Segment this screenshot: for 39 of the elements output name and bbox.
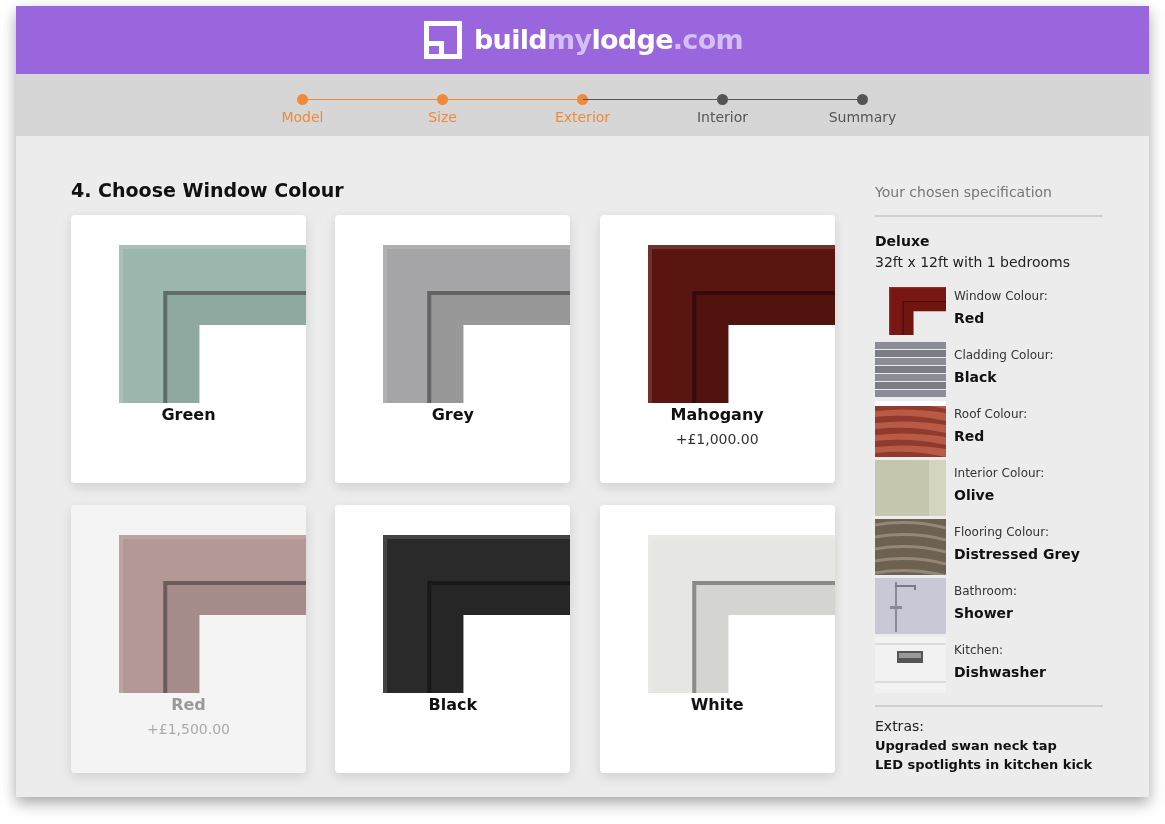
spec-value: Red	[954, 309, 986, 328]
spec-label: Roof Colour:	[954, 406, 1028, 423]
section-heading: 4. Choose Window Colour	[71, 178, 345, 203]
option-name: Black	[427, 693, 479, 716]
spec-label: Cladding Colour:	[954, 347, 1054, 364]
option-name: White	[689, 693, 745, 716]
colour-option-card[interactable]: Green	[71, 214, 306, 483]
spec-label: Window Colour:	[954, 288, 1048, 305]
option-name: Mahogany	[669, 403, 765, 426]
window-frame-drawing	[889, 287, 946, 335]
option-price: +£1,000.00	[674, 429, 760, 449]
spec-label: Bathroom:	[954, 583, 1017, 600]
colour-option-card[interactable]: Mahogany +£1,000.00	[599, 214, 835, 483]
extra-item: Upgraded swan neck tap	[875, 737, 1058, 755]
logo-icon	[421, 19, 464, 61]
spec-value: Olive	[954, 486, 996, 505]
spec-value: Shower	[954, 604, 1014, 623]
spec-value: Distressed Grey	[954, 545, 1080, 564]
spec-value: Red	[954, 427, 986, 446]
option-name: Grey	[430, 403, 475, 426]
logo-text[interactable]: buildmylodge.com	[473, 19, 744, 61]
spec-label: Flooring Colour:	[954, 524, 1050, 541]
spec-label: Interior Colour:	[954, 465, 1045, 482]
option-price: +£1,500.00	[146, 719, 231, 739]
colour-option-card[interactable]: Grey	[335, 214, 571, 483]
option-name: Green	[160, 403, 217, 426]
extra-item: LED spotlights in kitchen kick	[875, 756, 1094, 774]
spec-value: Dishwasher	[954, 663, 1046, 682]
spec-title: Your chosen specification	[875, 182, 1103, 217]
model-size: 32ft x 12ft with 1 bedrooms	[875, 253, 1071, 272]
colour-option-card[interactable]: White	[599, 504, 835, 773]
option-name: Red	[170, 693, 207, 716]
colour-option-card[interactable]: Black	[335, 504, 571, 773]
spec-value: Black	[954, 368, 998, 387]
step-label[interactable]: Interior	[696, 107, 749, 128]
extras-label: Extras:	[875, 717, 925, 736]
spec-label: Kitchen:	[954, 642, 1005, 659]
model-name: Deluxe	[875, 232, 931, 251]
step-label[interactable]: Summary	[828, 107, 897, 128]
